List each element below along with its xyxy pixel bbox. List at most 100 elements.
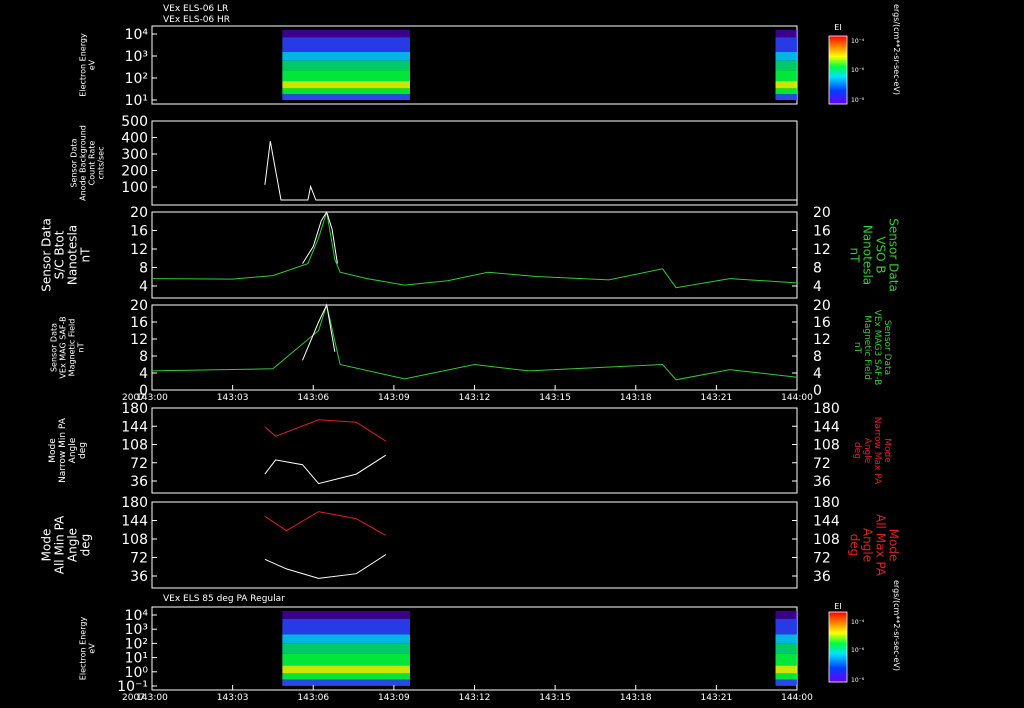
left-label-p3-line-3: nT: [79, 247, 93, 263]
ytick-p3-1: 16: [130, 224, 148, 240]
ytick-p3-0: 20: [130, 205, 148, 221]
spectrogram-top-block-0-band-5: [282, 81, 410, 89]
colorbar-bottom-tick-1: 10⁻⁶: [851, 647, 865, 654]
series-5-1: [264, 511, 387, 536]
left-label-p4-line-0: Sensor Data: [50, 323, 59, 372]
left-label-p6-line-0: Mode: [40, 529, 54, 562]
ytick-right-p5-4: 36: [813, 474, 831, 490]
spectrogram-bottom-block-0-band-2: [282, 634, 410, 644]
ytick-right-p4-0: 20: [813, 298, 831, 314]
ytick-right-p4-5: 0: [813, 383, 822, 399]
spectrogram-bottom-block-1-band-4: [775, 653, 797, 666]
ytick-right-p3-4: 4: [813, 279, 822, 295]
ytick-right-p6-1: 144: [813, 514, 840, 530]
right-label-p5-line-1: Narrow Max PA: [872, 417, 882, 485]
left-label-p5-line-0: Mode: [48, 438, 58, 463]
year-label-upper: 2007: [122, 393, 145, 403]
ytick-p3-3: 8: [139, 261, 148, 277]
left-label-p1-line-1: eV: [88, 59, 97, 70]
xtick-lower-7: 143:21: [701, 693, 733, 703]
colorbar-bottom-gradient: [828, 611, 848, 683]
ytick-p6-2: 108: [121, 532, 148, 548]
colorbar-unit-top: ergs/(cm**2-sr-sec-eV): [892, 4, 901, 95]
left-label-p4-line-2: Magnetic Field: [68, 319, 77, 377]
series-3-1: [302, 303, 336, 361]
right-label-p3-line-3: nT: [848, 248, 862, 264]
panel-frame-p6: [151, 501, 798, 589]
ytick-right-p4-3: 8: [813, 349, 822, 365]
ytick-right-p6-3: 72: [813, 551, 831, 567]
ytick-p6-0: 180: [121, 495, 148, 511]
ytick-right-p3-3: 8: [813, 261, 822, 277]
left-label-p5-line-1: Narrow Min PA: [58, 417, 68, 483]
left-label-p6: Mode All Min PA Angle deg: [40, 515, 93, 574]
panel-frame-p3: [151, 211, 798, 299]
xtick-lower-4: 143:12: [459, 693, 491, 703]
xtick-lower-1: 143:03: [217, 693, 249, 703]
spectrogram-top-block-1-band-5: [775, 81, 797, 89]
series-5-0: [264, 554, 387, 579]
left-label-p7-line-0: Electron Energy: [79, 617, 88, 681]
panel-frames: [151, 25, 798, 691]
ytick-right-p4-4: 4: [813, 366, 822, 382]
ytick-p5-3: 72: [130, 456, 148, 472]
right-label-p5-line-2: Angle: [862, 438, 872, 464]
colorbar-top-tick-1: 10⁻⁶: [851, 67, 865, 74]
spectrogram-bottom-block-1-band-6: [775, 673, 797, 680]
spectrogram-top-block-0-band-4: [282, 70, 410, 82]
xtick-upper-6: 143:18: [620, 393, 652, 403]
spectrogram-top-block-1-band-7: [775, 94, 797, 101]
left-label-p5-line-3: deg: [78, 442, 88, 459]
left-label-p6-line-3: deg: [79, 534, 93, 557]
series-4-0: [264, 454, 387, 485]
left-label-p6-line-1: All Min PA: [53, 515, 67, 574]
colorbar-bottom-tick-2: 10⁻⁸: [851, 677, 865, 684]
ytick-p4-3: 8: [139, 349, 148, 365]
spectrogram-top-block-0-band-7: [282, 94, 410, 101]
ytick-p3-4: 4: [139, 279, 148, 295]
xtick-lower-5: 143:15: [539, 693, 571, 703]
xtick-lower-2: 143:06: [297, 693, 329, 703]
colorbar-top-gradient: [828, 35, 848, 105]
right-label-p6-line-0: Mode: [887, 529, 901, 562]
spectrogram-top-block-0-band-1: [282, 37, 410, 52]
left-label-p4-line-3: nT: [77, 342, 86, 352]
spectrogram-bottom-block-0-band-6: [282, 673, 410, 680]
colorbar-top-label: EI: [834, 23, 841, 32]
panel-frame-p5: [151, 407, 798, 494]
series-1-0: [264, 141, 797, 201]
ytick-p5-0: 180: [121, 401, 148, 417]
right-label-p6: ModeAll Max PAAngledeg: [848, 514, 901, 577]
right-label-p6-line-3: deg: [848, 534, 862, 557]
right-label-p3-line-2: Nanotesla: [861, 225, 875, 285]
spectrogram-top-block-1-band-0: [775, 30, 797, 38]
ytick-p4-4: 4: [139, 366, 148, 382]
left-label-p2-line-3: cnts/sec: [97, 147, 106, 180]
right-label-p4-line-1: VEx MAG3 SAF-B: [872, 310, 882, 386]
ytick-p4-2: 12: [130, 332, 148, 348]
spectrogram-bottom-block-0-band-3: [282, 643, 410, 654]
xtick-upper-5: 143:15: [539, 393, 571, 403]
series-2-0: [151, 211, 798, 289]
left-label-p2-line-1: Anode Background: [79, 125, 88, 201]
colorbar-bottom-tick-0: 10⁻⁴: [851, 619, 865, 626]
spectrogram-bottom-block-1-band-1: [775, 618, 797, 635]
spectrogram-layer: [282, 30, 797, 686]
left-label-p5-line-2: Angle: [68, 437, 78, 463]
ytick-p2-2: 300: [121, 147, 148, 163]
spectrogram-bottom-block-0-band-0: [282, 611, 410, 619]
xtick-upper-2: 143:06: [297, 393, 329, 403]
year-label-lower: 2007: [122, 693, 145, 703]
ytick-right-p6-2: 108: [813, 532, 840, 548]
left-label-p4: Sensor Data VEx MAG SAF-B Magnetic Field nT: [50, 316, 86, 378]
xtick-upper-1: 143:03: [217, 393, 249, 403]
ytick-right-p6-0: 180: [813, 495, 840, 511]
top-title-line2: VEx ELS-06 HR: [163, 15, 230, 25]
left-label-p3-line-1: S/C Btot: [53, 230, 67, 279]
right-label-p6-line-1: All Max PA: [874, 514, 888, 577]
right-label-p5-line-3: deg: [852, 442, 862, 459]
ytick-right-p6-4: 36: [813, 569, 831, 585]
left-label-p1: Electron Energy eV: [79, 33, 97, 97]
xtick-upper-3: 143:09: [378, 393, 410, 403]
series-3-0: [151, 303, 798, 381]
